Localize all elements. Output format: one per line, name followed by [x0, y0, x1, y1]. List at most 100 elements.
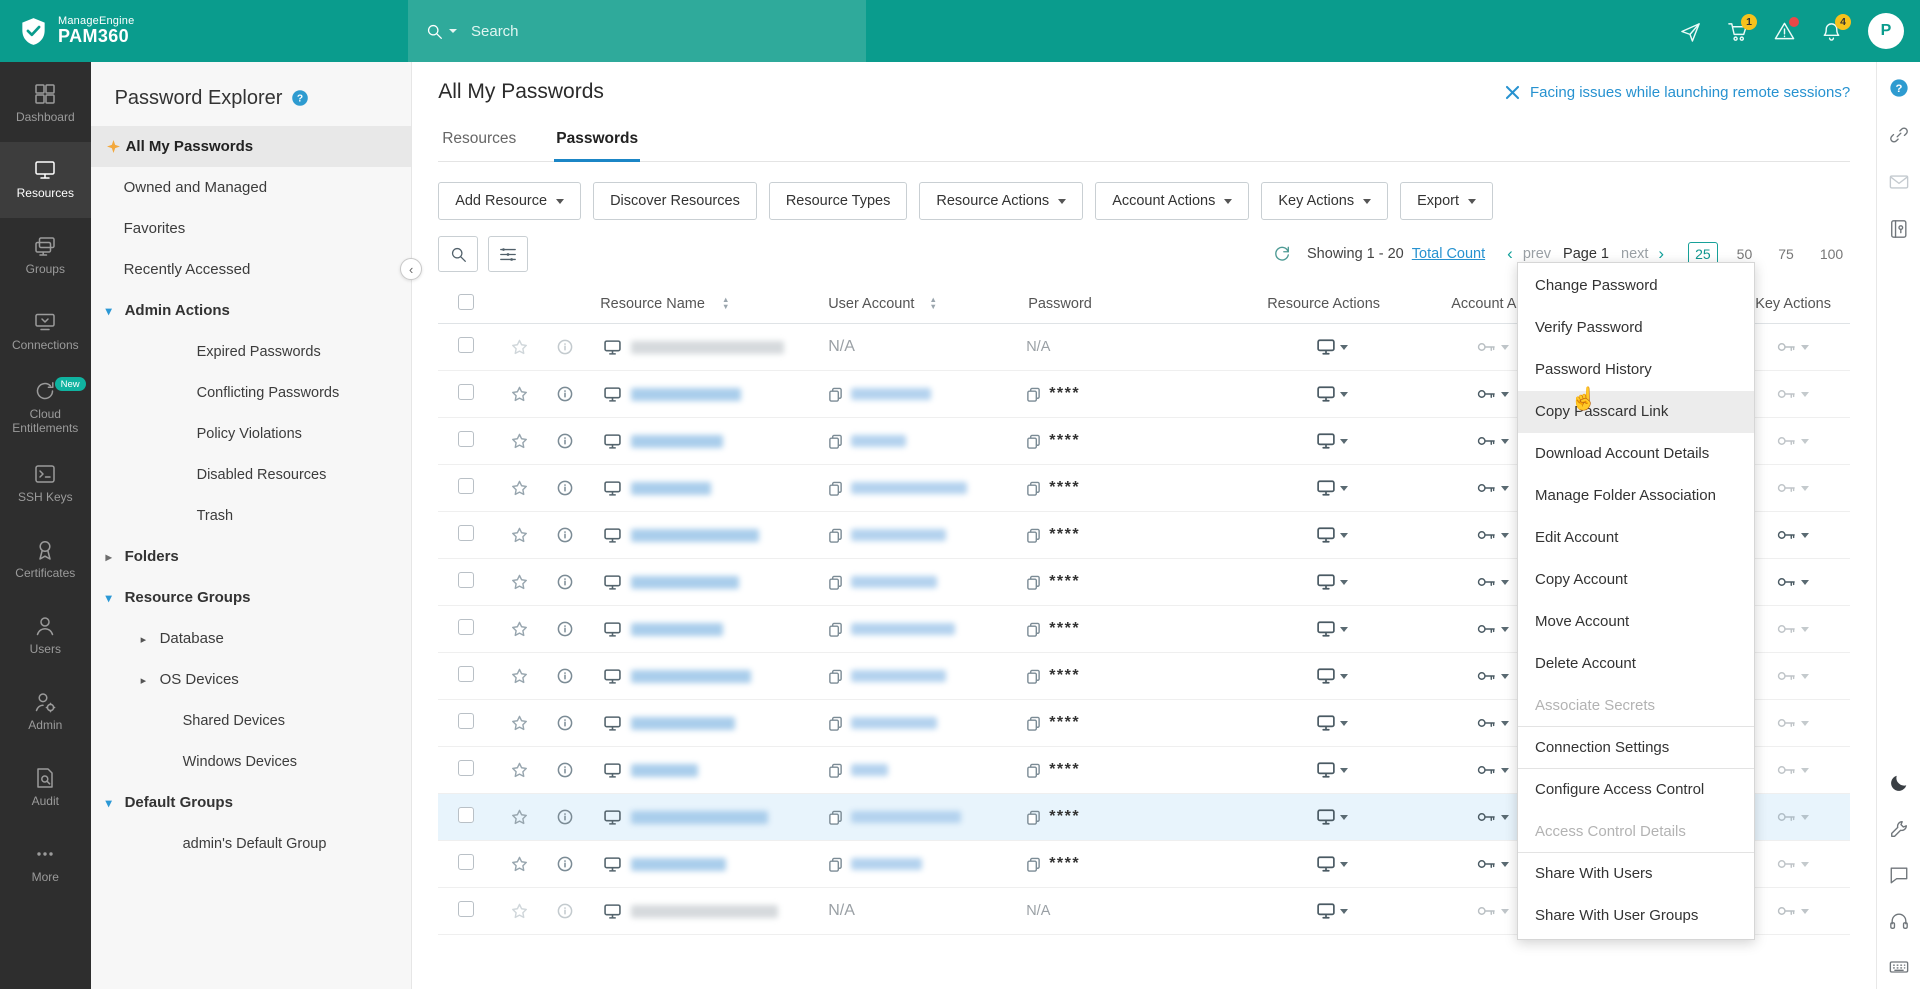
nav-item[interactable]: Resources	[0, 142, 91, 218]
info-icon[interactable]	[557, 386, 573, 402]
user-account-redacted[interactable]	[851, 435, 906, 447]
favorite-star-icon[interactable]	[511, 903, 528, 919]
context-menu-item[interactable]: Copy Account	[1518, 559, 1754, 601]
alerts-icon[interactable]	[1774, 21, 1795, 41]
info-icon[interactable]	[557, 480, 573, 496]
context-menu-item[interactable]: Change Password	[1518, 265, 1754, 307]
nav-item[interactable]: Admin	[0, 674, 91, 750]
remote-session-issues-link[interactable]: Facing issues while launching remote ses…	[1504, 84, 1850, 101]
key-actions-button[interactable]	[1777, 858, 1809, 870]
resource-name-redacted[interactable]	[631, 764, 698, 777]
copy-password-icon[interactable]	[1026, 669, 1041, 684]
row-checkbox[interactable]	[458, 760, 474, 776]
resource-actions-button[interactable]	[1317, 903, 1348, 919]
tab[interactable]: Resources	[440, 120, 518, 162]
toolbar-button[interactable]: Discover Resources	[593, 182, 757, 220]
favorite-star-icon[interactable]	[511, 433, 528, 449]
resource-name-redacted[interactable]	[631, 482, 711, 495]
explorer-item[interactable]: Windows Devices	[91, 741, 412, 782]
explorer-help-icon[interactable]: ?	[291, 89, 309, 107]
account-actions-button[interactable]	[1477, 717, 1509, 729]
favorite-star-icon[interactable]	[511, 621, 528, 637]
resource-actions-button[interactable]	[1317, 621, 1348, 637]
favorite-star-icon[interactable]	[511, 809, 528, 825]
toolbar-button[interactable]: Resource Actions	[919, 182, 1083, 220]
context-menu-item[interactable]: Download Account Details	[1518, 433, 1754, 475]
explorer-item[interactable]: Folders	[91, 536, 412, 577]
tools-icon[interactable]	[1889, 819, 1909, 839]
resource-actions-button[interactable]	[1317, 339, 1348, 355]
support-headset-icon[interactable]	[1889, 911, 1909, 931]
account-actions-button[interactable]	[1477, 482, 1509, 494]
explorer-item[interactable]: Shared Devices	[91, 700, 412, 741]
row-checkbox[interactable]	[458, 572, 474, 588]
account-actions-button[interactable]	[1477, 858, 1509, 870]
explorer-item[interactable]: Admin Actions	[91, 290, 412, 331]
store-cart-icon[interactable]: 1	[1727, 21, 1748, 42]
copy-account-icon[interactable]	[828, 716, 843, 731]
tab[interactable]: Passwords	[554, 120, 640, 162]
select-all-checkbox[interactable]	[458, 294, 474, 310]
global-search[interactable]	[408, 0, 866, 62]
resource-name-redacted[interactable]	[631, 341, 784, 354]
key-actions-button[interactable]	[1777, 529, 1809, 541]
user-account-redacted[interactable]	[851, 811, 961, 823]
notifications-bell-icon[interactable]: 4	[1821, 21, 1842, 42]
send-feedback-icon[interactable]	[1680, 21, 1701, 42]
account-actions-button[interactable]	[1477, 435, 1509, 447]
account-actions-button[interactable]	[1477, 670, 1509, 682]
resource-name-redacted[interactable]	[631, 623, 723, 636]
copy-account-icon[interactable]	[828, 669, 843, 684]
help-icon[interactable]: ?	[1889, 78, 1909, 98]
user-account-redacted[interactable]	[851, 576, 937, 588]
account-actions-button[interactable]	[1477, 529, 1509, 541]
toolbar-button[interactable]: Add Resource	[438, 182, 581, 220]
prev-page-icon[interactable]: ‹	[1507, 244, 1513, 264]
user-account-redacted[interactable]	[851, 717, 937, 729]
secrets-book-icon[interactable]	[1889, 219, 1909, 239]
explorer-item[interactable]: Disabled Resources	[91, 454, 412, 495]
nav-item[interactable]: Groups	[0, 218, 91, 294]
context-menu-item[interactable]: Configure Access Control	[1518, 769, 1754, 811]
key-actions-button[interactable]	[1777, 670, 1809, 682]
user-account-redacted[interactable]	[851, 623, 955, 635]
info-icon[interactable]	[557, 762, 573, 778]
sort-icon[interactable]	[722, 297, 729, 310]
row-checkbox[interactable]	[458, 384, 474, 400]
copy-account-icon[interactable]	[828, 857, 843, 872]
favorite-star-icon[interactable]	[511, 527, 528, 543]
user-account-redacted[interactable]	[851, 529, 946, 541]
refresh-icon[interactable]	[1273, 245, 1291, 263]
nav-item[interactable]: Certificates	[0, 522, 91, 598]
context-menu-item[interactable]: Connection Settings	[1518, 727, 1754, 769]
tree-caret-icon[interactable]	[106, 796, 125, 810]
account-actions-button[interactable]	[1477, 623, 1509, 635]
resource-name-redacted[interactable]	[631, 576, 739, 589]
favorite-star-icon[interactable]	[511, 715, 528, 731]
nav-item[interactable]: New Cloud Entitlements	[0, 370, 91, 446]
column-header-resource-name[interactable]: Resource Name	[600, 296, 705, 312]
tree-caret-icon[interactable]	[106, 550, 125, 564]
user-account-redacted[interactable]	[851, 670, 946, 682]
nav-item[interactable]: Dashboard	[0, 66, 91, 142]
explorer-item[interactable]: Favorites	[91, 208, 412, 249]
copy-password-icon[interactable]	[1026, 716, 1041, 731]
account-actions-button[interactable]	[1477, 811, 1509, 823]
info-icon[interactable]	[557, 574, 573, 590]
explorer-item[interactable]: All My Passwords	[91, 126, 412, 167]
tree-caret-icon[interactable]	[141, 632, 160, 646]
nav-item[interactable]: SSH Keys	[0, 446, 91, 522]
sort-icon[interactable]	[929, 297, 936, 310]
context-menu-item[interactable]: Password History	[1518, 349, 1754, 391]
copy-password-icon[interactable]	[1026, 575, 1041, 590]
explorer-item[interactable]: Policy Violations	[91, 413, 412, 454]
resource-name-redacted[interactable]	[631, 388, 741, 401]
key-actions-button[interactable]	[1777, 811, 1809, 823]
resource-actions-button[interactable]	[1317, 574, 1348, 590]
keyboard-shortcuts-icon[interactable]	[1889, 957, 1909, 977]
resource-name-redacted[interactable]	[631, 905, 778, 918]
row-checkbox[interactable]	[458, 619, 474, 635]
key-actions-button[interactable]	[1777, 435, 1809, 447]
info-icon[interactable]	[557, 856, 573, 872]
copy-account-icon[interactable]	[828, 622, 843, 637]
